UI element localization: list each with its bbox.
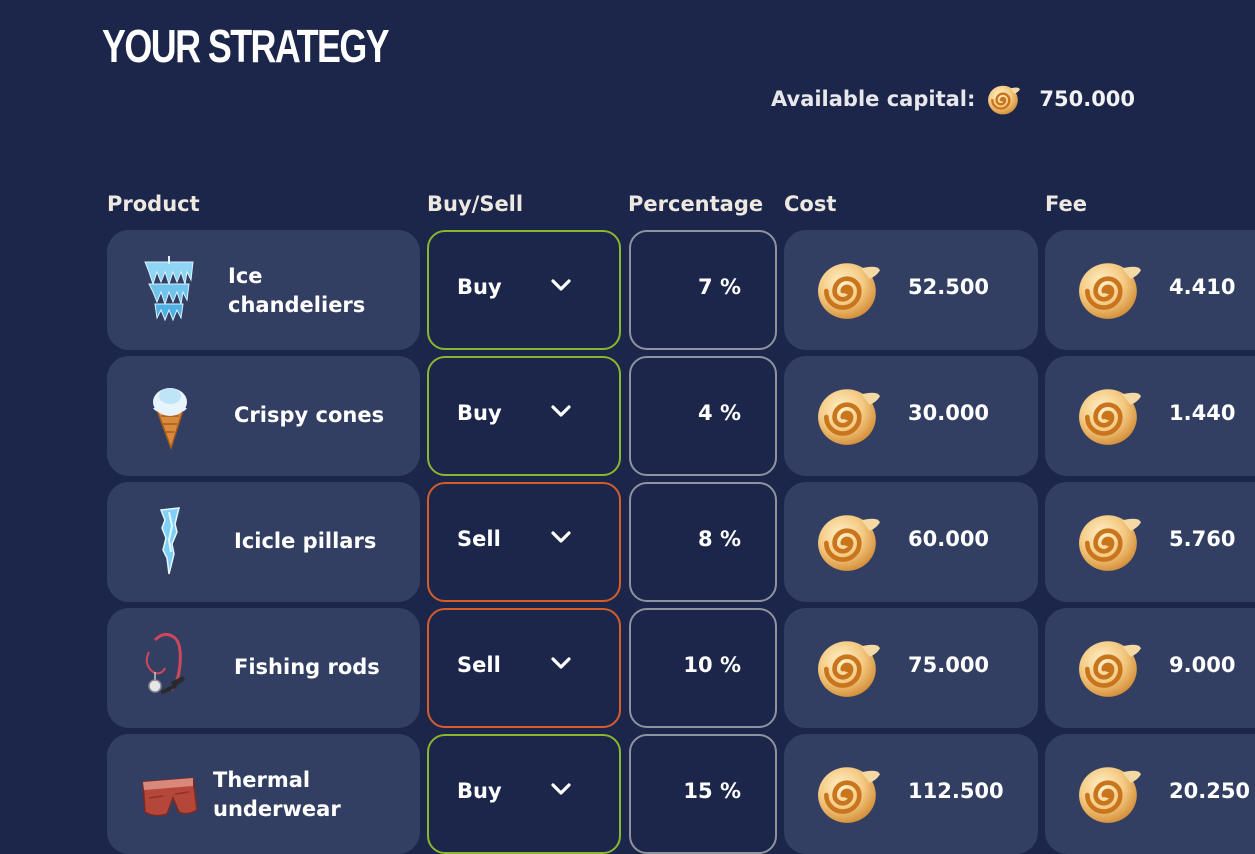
table-row: Thermal underwear Buy 15 % 112.500 20.25…: [0, 734, 1255, 854]
percentage-input[interactable]: 4 %: [629, 356, 777, 476]
percentage-input[interactable]: 10 %: [629, 608, 777, 728]
column-header-fee: Fee: [1045, 192, 1087, 216]
product-name: Icicle pillars: [234, 529, 377, 553]
buy-sell-select[interactable]: Buy: [427, 734, 621, 854]
product-cell: Icicle pillars: [107, 482, 420, 602]
fee-cell: 9.000: [1045, 608, 1255, 728]
buy-sell-select[interactable]: Buy: [427, 230, 621, 350]
shell-coin-icon: [1077, 634, 1143, 700]
buy-sell-select[interactable]: Sell: [427, 482, 621, 602]
shell-coin-icon: [816, 634, 882, 700]
thermal-underwear-icon: [142, 777, 198, 817]
product-name: Ice chandeliers: [228, 264, 366, 317]
chevron-down-icon: [551, 782, 571, 796]
cost-cell: 30.000: [784, 356, 1038, 476]
cost-cell: 52.500: [784, 230, 1038, 350]
table-row: Crispy cones Buy 4 % 30.000 1.440: [0, 356, 1255, 476]
chevron-down-icon: [551, 656, 571, 670]
product-name: Fishing rods: [234, 655, 380, 679]
shell-coin-icon: [816, 382, 882, 448]
table-row: Fishing rods Sell 10 % 75.000 9.000: [0, 608, 1255, 728]
shell-coin-icon: [1077, 256, 1143, 322]
fee-cell: 1.440: [1045, 356, 1255, 476]
shell-coin-icon: [1077, 508, 1143, 574]
product-cell: Thermal underwear: [107, 734, 420, 854]
icicle-icon: [159, 507, 180, 575]
shell-coin-icon: [1077, 760, 1143, 826]
ice-cream-cone-icon: [153, 388, 187, 450]
product-cell: Crispy cones: [107, 356, 420, 476]
shell-coin-icon: [816, 256, 882, 322]
cost-cell: 75.000: [784, 608, 1038, 728]
chevron-down-icon: [551, 404, 571, 418]
cost-cell: 60.000: [784, 482, 1038, 602]
product-name: Crispy cones: [234, 403, 385, 427]
percentage-input[interactable]: 8 %: [629, 482, 777, 602]
chevron-down-icon: [551, 278, 571, 292]
product-cell: Ice chandeliers: [107, 230, 420, 350]
shell-coin-icon: [987, 82, 1021, 116]
column-header-percentage: Percentage: [628, 192, 764, 216]
column-header-product: Product: [107, 192, 200, 216]
shell-coin-icon: [816, 508, 882, 574]
fee-cell: 4.410: [1045, 230, 1255, 350]
fee-cell: 20.250: [1045, 734, 1255, 854]
product-name: Thermal underwear: [213, 768, 341, 821]
product-cell: Fishing rods: [107, 608, 420, 728]
shell-coin-icon: [1077, 382, 1143, 448]
column-header-cost: Cost: [784, 192, 837, 216]
column-header-buy-sell: Buy/Sell: [427, 192, 524, 216]
percentage-input[interactable]: 7 %: [629, 230, 777, 350]
page-title: YOUR STRATEGY: [102, 20, 390, 72]
shell-coin-icon: [816, 760, 882, 826]
table-row: Ice chandeliers Buy 7 % 52.500 4.410: [0, 230, 1255, 350]
percentage-input[interactable]: 15 %: [629, 734, 777, 854]
capital-value: 750.000: [1039, 87, 1136, 111]
chevron-down-icon: [551, 530, 571, 544]
capital-label: Available capital:: [771, 87, 976, 111]
fee-cell: 5.760: [1045, 482, 1255, 602]
available-capital: Available capital: 750.000: [771, 82, 1135, 116]
ice-chandelier-icon: [144, 256, 194, 322]
cost-cell: 112.500: [784, 734, 1038, 854]
buy-sell-select[interactable]: Buy: [427, 356, 621, 476]
table-row: Icicle pillars Sell 8 % 60.000 5.760: [0, 482, 1255, 602]
buy-sell-select[interactable]: Sell: [427, 608, 621, 728]
fishing-rod-icon: [145, 633, 185, 694]
